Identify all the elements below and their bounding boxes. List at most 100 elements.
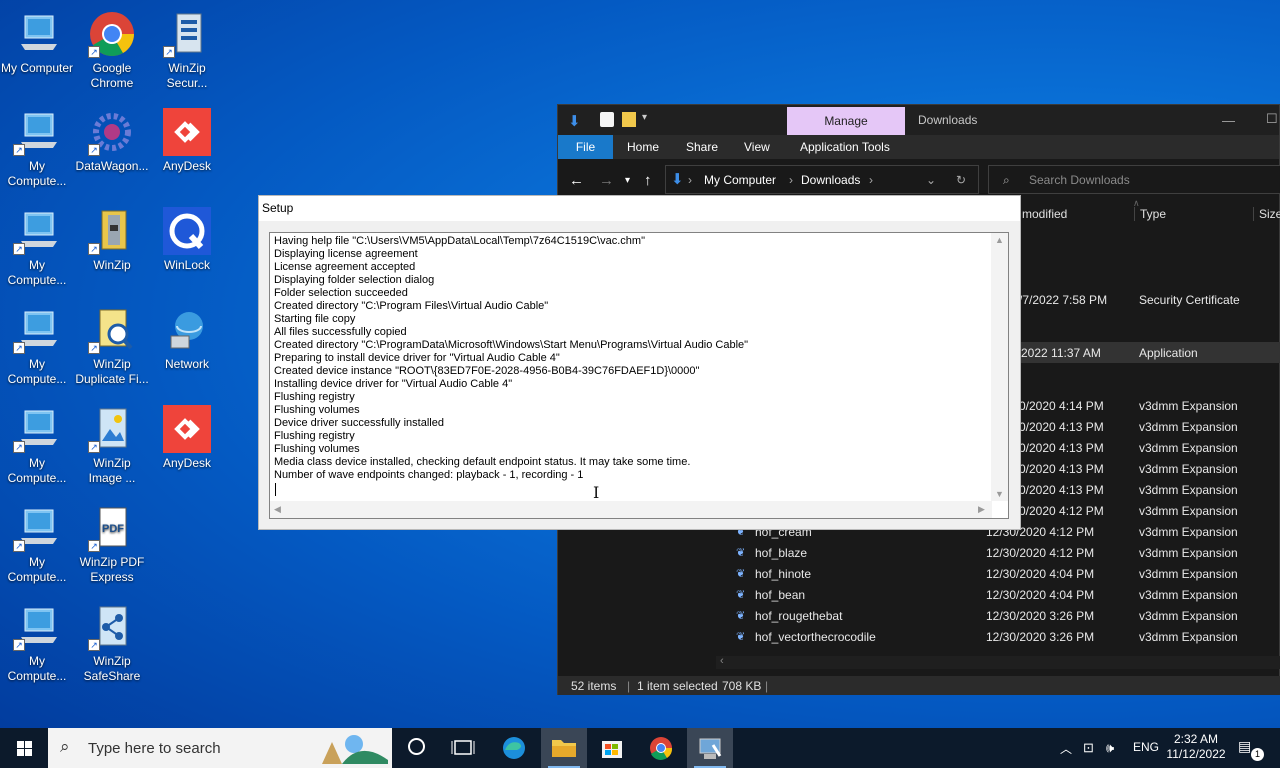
notifications-icon[interactable]: ▤ bbox=[1238, 738, 1251, 755]
v3dmm-file-icon: ❦ bbox=[736, 589, 746, 601]
taskbar-search-box[interactable]: ⌕ Type here to search bbox=[48, 728, 392, 768]
desktop-icon-my-computer-3[interactable]: ↗ My Compute... bbox=[0, 207, 74, 288]
status-divider: | bbox=[627, 679, 631, 693]
download-arrow-icon: ⬇ bbox=[568, 113, 581, 130]
selection-size: 708 KB bbox=[722, 679, 762, 693]
taskbar-task-view[interactable] bbox=[440, 728, 486, 768]
task-view-icon bbox=[451, 740, 475, 755]
task-view-button[interactable] bbox=[393, 728, 439, 768]
refresh-icon[interactable]: ↻ bbox=[956, 173, 966, 187]
desktop-icon-winzip-safeshare[interactable]: ↗ WinZip SafeShare bbox=[75, 603, 149, 684]
status-bar: 52 items | 1 item selected 708 KB | bbox=[558, 676, 1280, 695]
selection-count: 1 item selected bbox=[637, 679, 718, 693]
desktop-icon-datawagon[interactable]: ↗ DataWagon... bbox=[75, 108, 149, 174]
language-indicator[interactable]: ENG bbox=[1133, 740, 1159, 754]
vertical-scrollbar[interactable]: ▲ ▼ bbox=[991, 233, 1008, 501]
back-arrow-icon[interactable]: ← bbox=[569, 172, 584, 189]
scroll-left-icon[interactable]: ◀ bbox=[274, 504, 281, 515]
desktop-icon-my-computer-6[interactable]: ↗ My Compute... bbox=[0, 504, 74, 585]
minimize-icon[interactable]: — bbox=[1222, 113, 1235, 128]
taskbar-edge[interactable] bbox=[491, 728, 537, 768]
desktop-icon-my-computer[interactable]: My Computer bbox=[0, 10, 74, 76]
column-type[interactable]: Type bbox=[1134, 207, 1166, 221]
search-downloads-input[interactable]: ⌕ Search Downloads bbox=[988, 165, 1280, 194]
text-caret bbox=[275, 483, 276, 496]
computer-icon: ↗ bbox=[13, 603, 61, 651]
address-dropdown-icon[interactable]: ⌄ bbox=[926, 173, 936, 187]
tab-share[interactable]: Share bbox=[686, 140, 718, 154]
column-size[interactable]: Size bbox=[1253, 207, 1280, 221]
tab-manage[interactable]: Manage bbox=[787, 107, 905, 135]
desktop-icon-winzip-pdf[interactable]: PDF ↗ WinZip PDF Express bbox=[75, 504, 149, 585]
desktop-icon-winzip[interactable]: ↗ WinZip bbox=[75, 207, 149, 273]
network-icon bbox=[163, 306, 211, 354]
svg-text:PDF: PDF bbox=[102, 523, 124, 535]
desktop-icon-anydesk[interactable]: AnyDesk bbox=[150, 108, 224, 174]
properties-icon[interactable] bbox=[600, 112, 614, 127]
network-tray-icon[interactable]: ⊡ bbox=[1083, 740, 1094, 756]
file-row[interactable]: ❦ hof_blaze 12/30/2020 4:12 PM v3dmm Expans… bbox=[716, 542, 1280, 563]
ribbon-tabs: File Home Share View Application Tools bbox=[558, 135, 1279, 159]
volume-icon[interactable]: 🕪 bbox=[1106, 740, 1114, 756]
new-folder-icon[interactable] bbox=[622, 112, 636, 127]
taskbar-chrome[interactable] bbox=[638, 728, 684, 768]
taskbar-file-explorer[interactable] bbox=[541, 728, 587, 768]
desktop-icon-anydesk-2[interactable]: AnyDesk bbox=[150, 405, 224, 471]
desktop-icon-network[interactable]: Network bbox=[150, 306, 224, 372]
setup-dialog[interactable]: Setup Having help file "C:\Users\VM5\App… bbox=[258, 195, 1021, 530]
desktop-icon-my-computer-4[interactable]: ↗ My Compute... bbox=[0, 306, 74, 387]
tab-application-tools[interactable]: Application Tools bbox=[800, 140, 890, 154]
taskbar-store[interactable] bbox=[589, 728, 635, 768]
setup-log-text: Having help file "C:\Users\VM5\AppData\L… bbox=[274, 235, 749, 481]
desktop-icon-google-chrome[interactable]: ↗ Google Chrome bbox=[75, 10, 149, 91]
desktop-icon-winlock[interactable]: WinLock bbox=[150, 207, 224, 273]
maximize-icon[interactable]: ☐ bbox=[1266, 111, 1278, 127]
start-button[interactable] bbox=[0, 728, 48, 768]
v3dmm-file-icon: ❦ bbox=[736, 631, 746, 643]
computer-icon: ↗ bbox=[13, 306, 61, 354]
forward-arrow-icon[interactable]: → bbox=[599, 172, 614, 189]
show-hidden-icons-chevron-icon[interactable]: ︿ bbox=[1060, 740, 1072, 757]
scroll-down-icon[interactable]: ▼ bbox=[995, 489, 1004, 499]
desktop-icon-my-computer-5[interactable]: ↗ My Compute... bbox=[0, 405, 74, 486]
item-count: 52 items bbox=[571, 679, 617, 693]
address-bar[interactable]: ⬇ › My Computer › Downloads › ⌄ ↻ bbox=[665, 165, 979, 194]
desktop-icon-winzip-duplicate[interactable]: ↗ WinZip Duplicate Fi... bbox=[75, 306, 149, 387]
column-date-modified[interactable]: modified bbox=[1022, 207, 1067, 221]
v3dmm-file-icon: ❦ bbox=[736, 610, 746, 622]
desktop-icon-my-computer-7[interactable]: ↗ My Compute... bbox=[0, 603, 74, 684]
horizontal-scrollbar[interactable]: ◀ ▶ bbox=[270, 501, 992, 518]
breadcrumb-my-computer[interactable]: My Computer bbox=[704, 173, 776, 187]
anydesk-icon bbox=[163, 405, 211, 453]
scroll-left-icon[interactable]: ‹ bbox=[720, 655, 724, 667]
tab-home[interactable]: Home bbox=[627, 140, 659, 154]
tab-file[interactable]: File bbox=[558, 135, 613, 159]
desktop-icon-winzip-image[interactable]: ↗ WinZip Image ... bbox=[75, 405, 149, 486]
file-row[interactable]: ❦ hof_rougethebat 12/30/2020 3:26 PM v3dmm … bbox=[716, 605, 1280, 626]
chevron-down-icon[interactable]: ▾ bbox=[642, 112, 656, 127]
up-arrow-icon[interactable]: ↑ bbox=[644, 172, 652, 189]
text-cursor-icon: I bbox=[593, 483, 600, 502]
taskbar-setup[interactable] bbox=[687, 728, 733, 768]
breadcrumb-downloads[interactable]: Downloads bbox=[801, 173, 860, 187]
explorer-titlebar[interactable]: ⬇ ▾ Manage Downloads — ☐ bbox=[558, 105, 1279, 135]
scroll-right-icon[interactable]: ▶ bbox=[978, 504, 985, 515]
chrome-icon: ↗ bbox=[88, 10, 136, 58]
recent-chevron-icon[interactable]: ▾ bbox=[625, 175, 630, 186]
tab-view[interactable]: View bbox=[744, 140, 770, 154]
file-row[interactable]: ❦ hof_vectorthecrocodile 12/30/2020 3:26 P… bbox=[716, 626, 1280, 647]
clock-date: 11/12/2022 bbox=[1166, 747, 1226, 761]
desktop-icon-winzip-secure[interactable]: ↗ WinZip Secur... bbox=[150, 10, 224, 91]
file-row[interactable]: ❦ hof_hinote 12/30/2020 4:04 PM v3dmm Expan… bbox=[716, 563, 1280, 584]
scroll-up-icon[interactable]: ▲ bbox=[995, 235, 1004, 245]
computer-icon: ↗ bbox=[13, 108, 61, 156]
setup-log-textarea[interactable]: Having help file "C:\Users\VM5\AppData\L… bbox=[269, 232, 1009, 519]
winlock-icon bbox=[163, 207, 211, 255]
horizontal-scrollbar[interactable]: ‹ bbox=[716, 655, 1280, 669]
window-title: Downloads bbox=[918, 113, 978, 127]
desktop-icon-my-computer-2[interactable]: ↗ My Compute... bbox=[0, 108, 74, 189]
chrome-icon bbox=[650, 737, 673, 760]
status-divider: | bbox=[765, 679, 769, 693]
clock[interactable]: 2:32 AM 11/12/2022 bbox=[1160, 732, 1232, 762]
file-row[interactable]: ❦ hof_bean 12/30/2020 4:04 PM v3dmm Expansi… bbox=[716, 584, 1280, 605]
